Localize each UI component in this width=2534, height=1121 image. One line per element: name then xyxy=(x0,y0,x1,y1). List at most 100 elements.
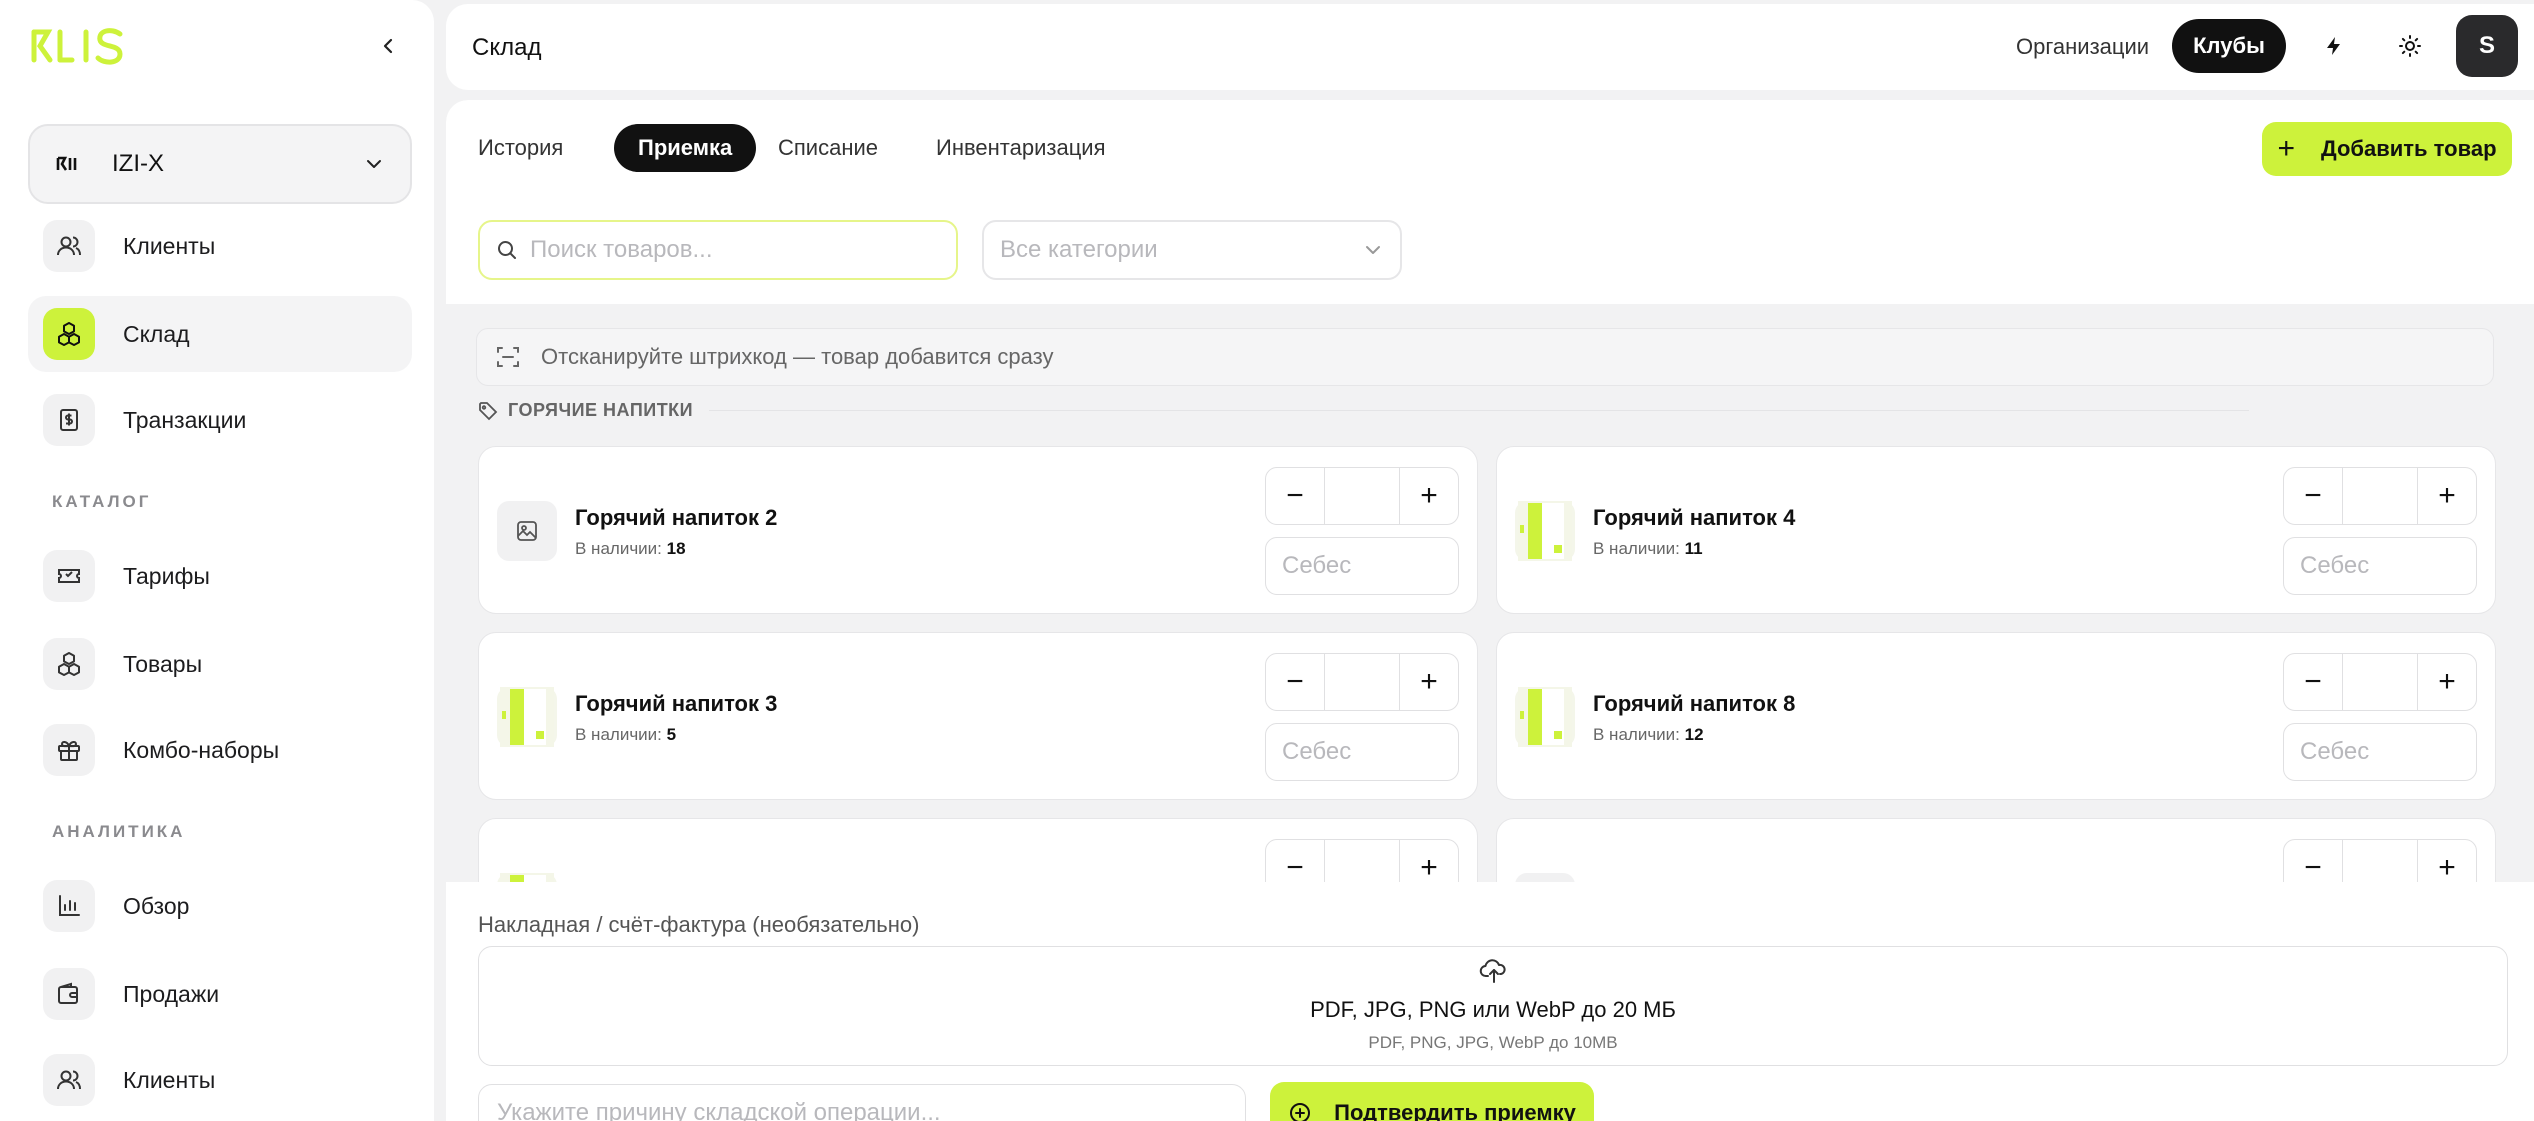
quantity-stepper[interactable]: − + xyxy=(2283,653,2477,711)
receiving-footer: Накладная / счёт-фактура (необязательно)… xyxy=(446,882,2534,1121)
quantity-input[interactable] xyxy=(2342,468,2418,524)
product-stock: В наличии: 12 xyxy=(1593,725,1704,744)
confirm-receiving-button[interactable]: Подтвердить приемку xyxy=(1270,1082,1594,1121)
decrement-button[interactable]: − xyxy=(1266,654,1324,710)
sidebar-item-label: Комбо-наборы xyxy=(123,736,280,763)
top-header: Склад Организации Клубы S xyxy=(446,4,2534,90)
sidebar-item-label: Обзор xyxy=(123,892,190,919)
product-card: Горячий напиток 8 В наличии: 12 − + Себе… xyxy=(1496,632,2496,800)
tab-receiving[interactable]: Приемка xyxy=(614,124,757,172)
sidebar-item-label: Товары xyxy=(123,650,203,677)
increment-button[interactable]: + xyxy=(1400,468,1458,524)
barcode-scan-hint: Отсканируйте штрихкод — товар добавится … xyxy=(476,328,2494,386)
page-title: Склад xyxy=(472,34,542,61)
clubs-button[interactable]: Клубы xyxy=(2172,19,2286,73)
collapse-sidebar-button[interactable] xyxy=(372,30,404,62)
bar-chart-icon xyxy=(43,880,95,932)
invoice-upload-dropzone[interactable]: PDF, JPG, PNG или WebP до 20 МБ PDF, PNG… xyxy=(478,946,2508,1066)
product-thumb xyxy=(1515,687,1575,747)
sidebar-item-clients[interactable]: Клиенты xyxy=(28,208,412,284)
tab-history[interactable]: История xyxy=(454,124,587,172)
category-group-title: ГОРЯЧИЕ НАПИТКИ xyxy=(478,400,2250,421)
decrement-button[interactable]: − xyxy=(2284,654,2342,710)
category-select-value: Все категории xyxy=(1000,236,1158,263)
sidebar-item-transactions[interactable]: Транзакции xyxy=(28,382,412,458)
product-name: Горячий напиток 8 xyxy=(1593,691,1796,716)
plus-circle-icon xyxy=(1290,1103,1311,1121)
quantity-stepper[interactable]: − + xyxy=(1265,467,1459,525)
confirm-label: Подтвердить приемку xyxy=(1334,1100,1576,1121)
boxes-icon xyxy=(43,638,95,690)
decrement-button[interactable]: − xyxy=(2284,468,2342,524)
boxes-icon xyxy=(43,308,95,360)
sidebar-item-warehouse[interactable]: Склад xyxy=(28,296,412,372)
org-name: IZI-X xyxy=(112,150,164,177)
users-icon xyxy=(43,1054,95,1106)
upload-subtitle: PDF, PNG, JPG, WebP до 10MB xyxy=(1368,1033,1618,1052)
tab-write-off[interactable]: Списание xyxy=(754,124,902,172)
product-thumb xyxy=(497,687,557,747)
cloud-upload-icon xyxy=(1479,959,1506,983)
sidebar-item-label: Клиенты xyxy=(123,1066,216,1093)
divider xyxy=(709,410,2250,411)
cost-input[interactable]: Себес xyxy=(1265,537,1459,595)
increment-button[interactable]: + xyxy=(1400,654,1458,710)
organizations-link[interactable]: Организации xyxy=(2016,34,2149,60)
product-card: Горячий напиток 2 В наличии: 18 − + Себе… xyxy=(478,446,1478,614)
gift-icon xyxy=(43,724,95,776)
decrement-button[interactable]: − xyxy=(1266,468,1324,524)
cost-input[interactable]: Себес xyxy=(1265,723,1459,781)
ticket-icon xyxy=(43,550,95,602)
product-name: Горячий напиток 3 xyxy=(575,691,778,716)
product-name: Горячий напиток 2 xyxy=(575,505,778,530)
quantity-input[interactable] xyxy=(1324,468,1400,524)
catalog-section-label: КАТАЛОГ xyxy=(52,492,152,511)
toolbar-panel: История Приемка Списание Инвентаризация … xyxy=(446,100,2534,304)
cost-input[interactable]: Себес xyxy=(2283,537,2477,595)
increment-button[interactable]: + xyxy=(2418,654,2476,710)
analytics-section-label: АНАЛИТИКА xyxy=(52,822,186,841)
tab-inventory[interactable]: Инвентаризация xyxy=(912,124,1130,172)
sidebar-item-label: Склад xyxy=(123,320,190,347)
increment-button[interactable]: + xyxy=(2418,468,2476,524)
sidebar-item-label: Тарифы xyxy=(123,562,210,589)
sidebar-item-combo-sets[interactable]: Комбо-наборы xyxy=(28,712,412,788)
sidebar-item-tariffs[interactable]: Тарифы xyxy=(28,538,412,614)
sidebar-item-label: Клиенты xyxy=(123,232,216,259)
product-stock: В наличии: 18 xyxy=(575,539,686,558)
sidebar-item-products[interactable]: Товары xyxy=(28,626,412,702)
quantity-stepper[interactable]: − + xyxy=(1265,653,1459,711)
image-icon xyxy=(497,501,557,561)
avatar[interactable]: S xyxy=(2456,15,2518,77)
org-selector[interactable]: IZI-X xyxy=(28,124,412,204)
sidebar-item-sales[interactable]: Продажи xyxy=(28,956,412,1032)
wallet-icon xyxy=(43,968,95,1020)
chevron-down-icon xyxy=(1366,246,1380,254)
izis-logo xyxy=(31,28,123,65)
product-thumb xyxy=(1515,501,1575,561)
receipt-icon xyxy=(43,394,95,446)
plus-icon: + xyxy=(2277,132,2296,165)
sun-icon[interactable] xyxy=(2390,26,2430,66)
search-input[interactable] xyxy=(530,236,930,264)
quantity-stepper[interactable]: − + xyxy=(2283,467,2477,525)
category-group-label: ГОРЯЧИЕ НАПИТКИ xyxy=(508,400,694,420)
sidebar-item-clients-analytics[interactable]: Клиенты xyxy=(28,1042,412,1118)
scan-icon xyxy=(497,347,519,367)
search-field[interactable] xyxy=(478,220,958,280)
quantity-input[interactable] xyxy=(2342,654,2418,710)
product-card: Горячий напиток 3 В наличии: 5 − + Себес xyxy=(478,632,1478,800)
chevron-down-icon xyxy=(367,160,381,168)
sidebar: IZI-X Клиенты Склад Транзакции КАТАЛОГ Т… xyxy=(0,0,434,1121)
add-product-button[interactable]: + Добавить товар xyxy=(2262,122,2512,176)
category-select[interactable]: Все категории xyxy=(982,220,1402,280)
chevron-left-icon xyxy=(383,38,393,54)
users-icon xyxy=(43,220,95,272)
cost-input[interactable]: Себес xyxy=(2283,723,2477,781)
lightning-icon[interactable] xyxy=(2314,26,2354,66)
upload-title: PDF, JPG, PNG или WebP до 20 МБ xyxy=(1310,997,1676,1022)
reason-input[interactable]: Укажите причину складской операции... xyxy=(478,1084,1246,1121)
quantity-input[interactable] xyxy=(1324,654,1400,710)
sidebar-item-overview[interactable]: Обзор xyxy=(28,868,412,944)
scan-hint-text: Отсканируйте штрихкод — товар добавится … xyxy=(541,344,1054,369)
